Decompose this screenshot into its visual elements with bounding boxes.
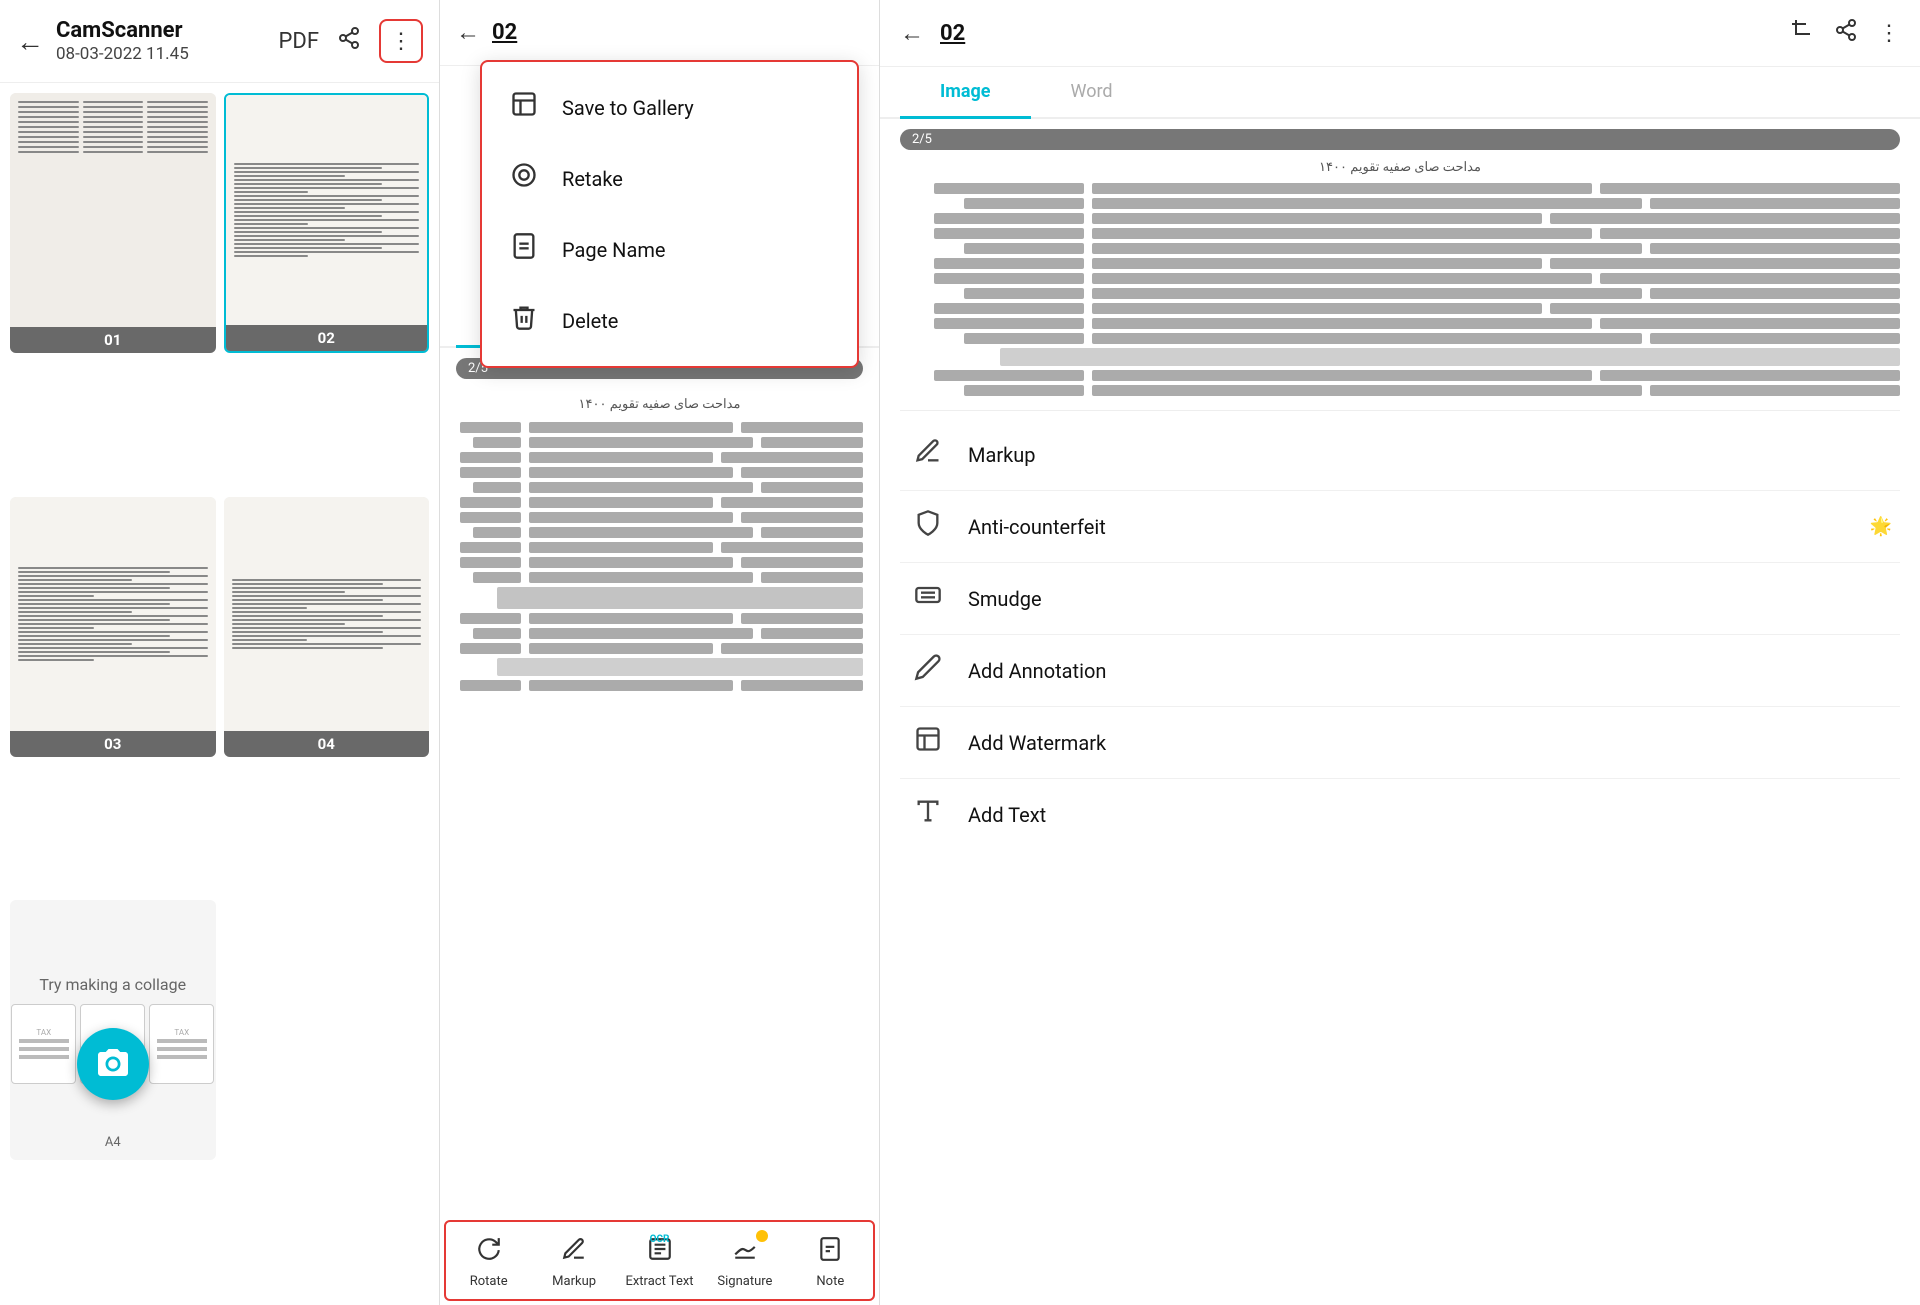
camera-fab[interactable] — [77, 1028, 149, 1100]
share-icon-right[interactable] — [1834, 18, 1858, 48]
app-subtitle: 08-03-2022 11.45 — [56, 44, 279, 64]
note-label: Note — [816, 1274, 844, 1289]
thumb-img-02 — [226, 95, 428, 325]
page-name-icon — [506, 232, 542, 267]
pdf-button[interactable]: PDF — [279, 29, 319, 54]
rotate-label: Rotate — [470, 1274, 508, 1289]
share-icon-left[interactable] — [337, 26, 361, 56]
thumb-img-04 — [224, 497, 430, 731]
back-button-mid[interactable]: ← — [456, 18, 480, 47]
retake-label: Retake — [562, 167, 623, 191]
add-watermark-label: Add Watermark — [968, 731, 1892, 755]
add-watermark-icon — [908, 725, 948, 760]
delete-icon — [506, 303, 542, 338]
left-header-icons: PDF ⋮ — [279, 19, 423, 63]
markup-menu-icon — [908, 437, 948, 472]
markup-button[interactable]: Markup — [531, 1222, 616, 1299]
app-title: CamScanner — [56, 18, 279, 44]
anti-counterfeit-label: Anti-counterfeit — [968, 515, 1850, 539]
right-page-badge: 2/5 — [900, 129, 1900, 150]
collage-text: Try making a collage — [39, 975, 186, 994]
note-icon — [817, 1236, 843, 1268]
markup-label: Markup — [552, 1274, 596, 1289]
mid-header: ← 02 — [440, 0, 879, 66]
rotate-icon — [476, 1236, 502, 1268]
smudge-icon — [908, 581, 948, 616]
doc-grid: 01 02 — [0, 83, 439, 1305]
extract-text-button[interactable]: OCR Extract Text — [617, 1222, 702, 1299]
right-page-num: 02 — [940, 21, 1774, 46]
add-text-icon — [908, 797, 948, 832]
mid-page-num: 02 — [492, 20, 517, 45]
dropdown-delete[interactable]: Delete — [482, 285, 857, 356]
menu-item-add-watermark[interactable]: Add Watermark — [900, 707, 1900, 779]
dropdown-menu: Save to Gallery Retake Page Name Delete — [480, 60, 859, 368]
tab-word-right[interactable]: Word — [1031, 67, 1153, 119]
menu-item-markup[interactable]: Markup — [900, 419, 1900, 491]
left-header: ← CamScanner 08-03-2022 11.45 PDF ⋮ — [0, 0, 439, 83]
retake-icon — [506, 161, 542, 196]
dropdown-page-name[interactable]: Page Name — [482, 214, 857, 285]
thumbnail-04[interactable]: 04 — [224, 497, 430, 757]
save-gallery-label: Save to Gallery — [562, 96, 694, 120]
menu-item-smudge[interactable]: Smudge — [900, 563, 1900, 635]
smudge-label: Smudge — [968, 587, 1892, 611]
more-button-left[interactable]: ⋮ — [379, 19, 423, 63]
add-annotation-icon — [908, 653, 948, 688]
collage-img-3: TAX — [149, 1004, 214, 1084]
tab-image-right[interactable]: Image — [900, 67, 1031, 119]
right-header-icons: ⋮ — [1790, 18, 1900, 48]
menu-item-add-annotation[interactable]: Add Annotation — [900, 635, 1900, 707]
signature-gold-badge — [756, 1230, 768, 1242]
menu-item-add-text[interactable]: Add Text — [900, 779, 1900, 850]
signature-label: Signature — [717, 1274, 772, 1289]
add-annotation-label: Add Annotation — [968, 659, 1892, 683]
note-button[interactable]: Note — [788, 1222, 873, 1299]
thumb-img-01 — [10, 93, 216, 327]
extract-text-label: Extract Text — [625, 1274, 693, 1289]
left-panel: ← CamScanner 08-03-2022 11.45 PDF ⋮ — [0, 0, 440, 1305]
back-button-left[interactable]: ← — [16, 25, 44, 58]
thumbnail-collage[interactable]: Try making a collage TAX TAX — [10, 900, 216, 1160]
title-block: CamScanner 08-03-2022 11.45 — [56, 18, 279, 64]
signature-icon — [732, 1236, 758, 1268]
dropdown-save-gallery[interactable]: Save to Gallery — [482, 72, 857, 143]
thumb-label-03: 03 — [10, 731, 216, 757]
thumb-label-04: 04 — [224, 731, 430, 757]
more-button-right[interactable]: ⋮ — [1878, 21, 1900, 46]
crop-icon[interactable] — [1790, 18, 1814, 48]
delete-label: Delete — [562, 309, 618, 333]
thumbnail-03[interactable]: 03 — [10, 497, 216, 757]
menu-item-anti-counterfeit[interactable]: Anti-counterfeit 🌟 — [900, 491, 1900, 563]
markup-icon — [561, 1236, 587, 1268]
thumbnail-02[interactable]: 02 — [224, 93, 430, 353]
page-name-label: Page Name — [562, 238, 665, 262]
mid-content: مداحت صای صفیه تقویم ۱۴۰۰ — [440, 389, 879, 1216]
back-button-right[interactable]: ← — [900, 19, 924, 48]
right-menu-list: Markup Anti-counterfeit 🌟 Smudge Add Ann… — [880, 411, 1920, 858]
thumb-img-03 — [10, 497, 216, 731]
right-panel: ← 02 ⋮ Image Word 2/5 مداحت صای صفیه تقو… — [880, 0, 1920, 1305]
middle-panel: ← 02 Save to Gallery Retake Page Name — [440, 0, 880, 1305]
dropdown-retake[interactable]: Retake — [482, 143, 857, 214]
thumb-label-02: 02 — [226, 325, 428, 351]
right-doc-content: مداحت صای صفیه تقویم ۱۴۰۰ — [880, 160, 1920, 410]
mid-toolbar: Rotate Markup OCR Extract Text Signature — [444, 1220, 875, 1301]
right-tabs: Image Word — [880, 67, 1920, 119]
collage-img-1: TAX — [11, 1004, 76, 1084]
add-text-label: Add Text — [968, 803, 1892, 827]
anti-counterfeit-icon — [908, 509, 948, 544]
rotate-button[interactable]: Rotate — [446, 1222, 531, 1299]
a4-label: A4 — [105, 1135, 121, 1150]
anti-counterfeit-badge: 🌟 — [1870, 516, 1892, 537]
signature-button[interactable]: Signature — [702, 1222, 787, 1299]
save-gallery-icon — [506, 90, 542, 125]
thumb-label-01: 01 — [10, 327, 216, 353]
right-header: ← 02 ⋮ — [880, 0, 1920, 67]
thumbnail-01[interactable]: 01 — [10, 93, 216, 353]
markup-menu-label: Markup — [968, 443, 1892, 467]
